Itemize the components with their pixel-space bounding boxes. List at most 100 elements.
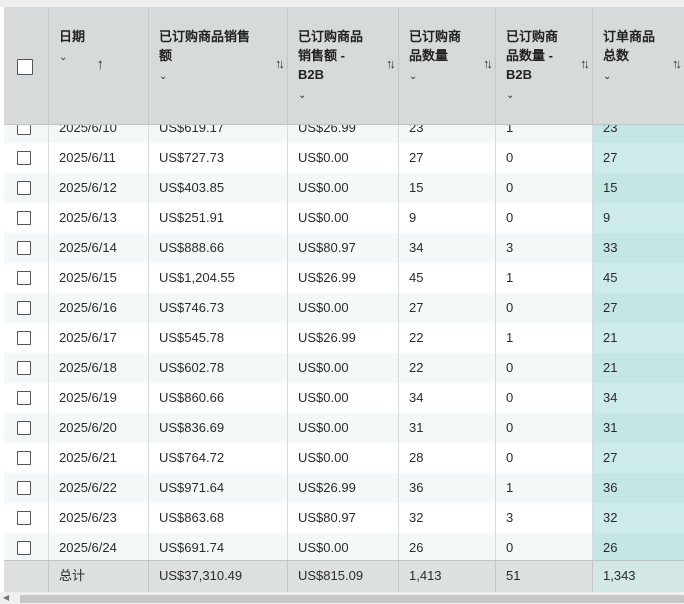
chevron-down-icon[interactable]: ⌄: [603, 67, 674, 86]
row-checkbox[interactable]: [17, 450, 31, 465]
header-total-items[interactable]: 订单商品 总数 ⌄ ↑↓: [593, 7, 684, 124]
cell-date: 2025/6/16: [49, 293, 149, 323]
row-checkbox[interactable]: [17, 270, 31, 285]
sort-toggle-icon[interactable]: ↑↓: [275, 54, 285, 73]
chevron-down-icon[interactable]: ⌄: [506, 86, 582, 105]
row-checkbox[interactable]: [17, 330, 31, 345]
totals-row: 总计 US$37,310.49 US$815.09 1,413 51 1,343: [4, 560, 684, 593]
sort-toggle-icon[interactable]: ↑↓: [386, 54, 396, 73]
table-row[interactable]: 2025/6/17 US$545.78 US$26.99 22 1 21: [4, 323, 684, 353]
row-checkbox[interactable]: [17, 510, 31, 525]
row-checkbox[interactable]: [17, 150, 31, 165]
table-row[interactable]: 2025/6/21 US$764.72 US$0.00 28 0 27: [4, 443, 684, 473]
row-checkbox[interactable]: [17, 480, 31, 495]
row-checkbox[interactable]: [17, 125, 31, 135]
cell-sales: US$619.17: [149, 125, 288, 143]
select-all-checkbox[interactable]: [17, 59, 33, 75]
sort-toggle-icon[interactable]: ↑↓: [580, 54, 590, 73]
table-row[interactable]: 2025/6/11 US$727.73 US$0.00 27 0 27: [4, 143, 684, 173]
cell-sales-b2b: US$80.97: [288, 233, 399, 263]
table-row[interactable]: 2025/6/14 US$888.66 US$80.97 34 3 33: [4, 233, 684, 263]
table-row[interactable]: 2025/6/12 US$403.85 US$0.00 15 0 15: [4, 173, 684, 203]
row-select-cell[interactable]: [4, 473, 49, 503]
row-checkbox[interactable]: [17, 390, 31, 405]
table-row[interactable]: 2025/6/13 US$251.91 US$0.00 9 0 9: [4, 203, 684, 233]
cell-sales-b2b: US$0.00: [288, 293, 399, 323]
row-checkbox[interactable]: [17, 240, 31, 255]
chevron-down-icon[interactable]: ⌄: [159, 67, 277, 86]
table-row[interactable]: 2025/6/20 US$836.69 US$0.00 31 0 31: [4, 413, 684, 443]
total-sales: US$37,310.49: [149, 561, 288, 592]
cell-sales: US$888.66: [149, 233, 288, 263]
cell-sales: US$764.72: [149, 443, 288, 473]
cell-units: 23: [399, 125, 496, 143]
table-body[interactable]: 2025/6/10 US$619.17 US$26.99 23 1 23 2025/6/11…: [4, 125, 684, 560]
table-row[interactable]: 2025/6/10 US$619.17 US$26.99 23 1 23: [4, 125, 684, 143]
header-sales[interactable]: 已订购商品销售额 ⌄ ↑↓: [149, 7, 288, 124]
chevron-down-icon[interactable]: ⌄: [298, 86, 388, 105]
horizontal-scrollbar[interactable]: ◀: [0, 592, 684, 604]
row-select-cell[interactable]: [4, 125, 49, 143]
row-checkbox[interactable]: [17, 300, 31, 315]
cell-units-b2b: 1: [496, 473, 593, 503]
row-select-cell[interactable]: [4, 143, 49, 173]
header-date[interactable]: 日期 ⌄ ↑: [49, 7, 149, 124]
row-select-cell[interactable]: [4, 413, 49, 443]
row-select-cell[interactable]: [4, 353, 49, 383]
sort-toggle-icon[interactable]: ↑↓: [672, 54, 682, 73]
row-select-cell[interactable]: [4, 263, 49, 293]
table-header: 日期 ⌄ ↑ 已订购商品销售额 ⌄ ↑↓ 已订购商品 销售额 - B2B ⌄ ↑↓ 已订购商 品数量 ⌄ ↑…: [4, 7, 684, 125]
table-row[interactable]: 2025/6/16 US$746.73 US$0.00 27 0 27: [4, 293, 684, 323]
table-row[interactable]: 2025/6/24 US$691.74 US$0.00 26 0 26: [4, 533, 684, 560]
row-select-cell[interactable]: [4, 173, 49, 203]
totals-blank-cell: [4, 561, 49, 592]
header-units-b2b[interactable]: 已订购商 品数量 - B2B ⌄ ↑↓: [496, 7, 593, 124]
cell-units-b2b: 0: [496, 383, 593, 413]
header-sales-b2b[interactable]: 已订购商品 销售额 - B2B ⌄ ↑↓: [288, 7, 399, 124]
row-select-cell[interactable]: [4, 533, 49, 560]
cell-units: 22: [399, 353, 496, 383]
row-select-cell[interactable]: [4, 443, 49, 473]
table-row[interactable]: 2025/6/19 US$860.66 US$0.00 34 0 34: [4, 383, 684, 413]
total-units-b2b: 51: [496, 561, 593, 592]
table-row[interactable]: 2025/6/23 US$863.68 US$80.97 32 3 32: [4, 503, 684, 533]
cell-total-items: 27: [593, 293, 684, 323]
cell-units: 27: [399, 293, 496, 323]
cell-units: 32: [399, 503, 496, 533]
row-select-cell[interactable]: [4, 293, 49, 323]
cell-total-items: 34: [593, 383, 684, 413]
top-strip: [0, 0, 684, 7]
row-select-cell[interactable]: [4, 503, 49, 533]
row-checkbox[interactable]: [17, 540, 31, 555]
table-row[interactable]: 2025/6/15 US$1,204.55 US$26.99 45 1 45: [4, 263, 684, 293]
sort-toggle-icon[interactable]: ↑↓: [483, 54, 493, 73]
sort-ascending-icon[interactable]: ↑: [97, 55, 105, 74]
row-checkbox[interactable]: [17, 210, 31, 225]
cell-units-b2b: 1: [496, 263, 593, 293]
cell-sales-b2b: US$26.99: [288, 263, 399, 293]
scroll-left-icon[interactable]: ◀: [3, 592, 9, 604]
row-select-cell[interactable]: [4, 323, 49, 353]
row-checkbox[interactable]: [17, 360, 31, 375]
row-checkbox[interactable]: [17, 420, 31, 435]
cell-sales: US$727.73: [149, 143, 288, 173]
cell-total-items: 32: [593, 503, 684, 533]
cell-sales: US$863.68: [149, 503, 288, 533]
cell-sales-b2b: US$0.00: [288, 353, 399, 383]
row-checkbox[interactable]: [17, 180, 31, 195]
total-sales-b2b: US$815.09: [288, 561, 399, 592]
table-row[interactable]: 2025/6/18 US$602.78 US$0.00 22 0 21: [4, 353, 684, 383]
scrollbar-thumb[interactable]: [20, 595, 684, 603]
cell-sales-b2b: US$80.97: [288, 503, 399, 533]
row-select-cell[interactable]: [4, 383, 49, 413]
row-select-cell[interactable]: [4, 203, 49, 233]
cell-date: 2025/6/11: [49, 143, 149, 173]
chevron-down-icon[interactable]: ⌄: [409, 67, 485, 86]
cell-sales-b2b: US$0.00: [288, 173, 399, 203]
header-label-line: 订单商品: [603, 29, 656, 44]
table-row[interactable]: 2025/6/22 US$971.64 US$26.99 36 1 36: [4, 473, 684, 503]
cell-date: 2025/6/14: [49, 233, 149, 263]
row-select-cell[interactable]: [4, 233, 49, 263]
cell-units: 34: [399, 233, 496, 263]
header-units[interactable]: 已订购商 品数量 ⌄ ↑↓: [399, 7, 496, 124]
